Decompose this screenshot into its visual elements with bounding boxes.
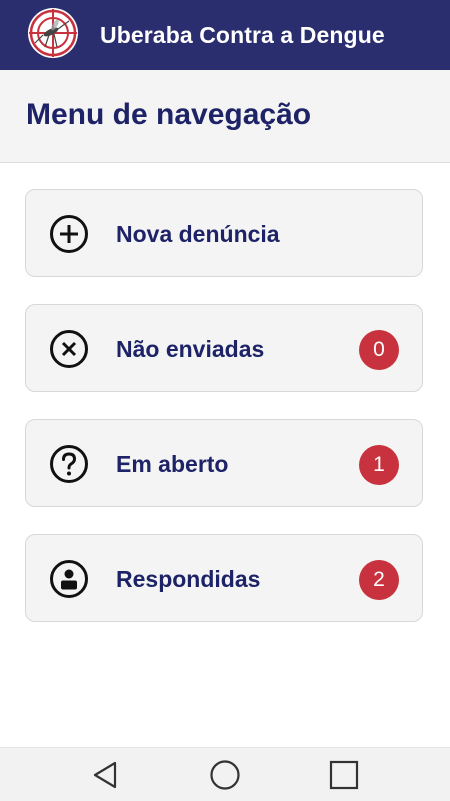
system-nav-bar: [0, 747, 450, 801]
plus-circle-icon: [50, 215, 88, 253]
question-circle-icon: [50, 445, 88, 483]
app-title: Uberaba Contra a Dengue: [100, 22, 385, 48]
menu-item-label: Nova denúncia: [116, 221, 280, 247]
menu-item-em-aberto[interactable]: Em aberto 1: [25, 419, 423, 507]
count-badge: 0: [359, 330, 399, 370]
mosquito-target-logo: [28, 8, 78, 58]
back-icon: [93, 761, 117, 788]
menu-item-label: Respondidas: [116, 566, 261, 592]
home-button[interactable]: [195, 748, 255, 801]
page-header: Menu de navegação: [0, 70, 450, 163]
menu-item-nao-enviadas[interactable]: Não enviadas 0: [25, 304, 423, 392]
menu-item-label: Não enviadas: [116, 336, 265, 362]
home-icon: [210, 759, 240, 790]
user-circle-icon: [50, 560, 88, 598]
count-badge: 2: [359, 560, 399, 600]
back-button[interactable]: [76, 748, 136, 801]
app-bar: Uberaba Contra a Dengue: [0, 0, 450, 70]
menu-item-respondidas[interactable]: Respondidas 2: [25, 534, 423, 622]
close-circle-icon: [50, 330, 88, 368]
count-badge: 1: [359, 445, 399, 485]
recents-button[interactable]: [314, 748, 374, 801]
menu-item-nova-denuncia[interactable]: Nova denúncia: [25, 189, 423, 277]
recents-icon: [329, 760, 359, 789]
menu-item-label: Em aberto: [116, 451, 229, 477]
page-title: Menu de navegação: [26, 98, 312, 131]
